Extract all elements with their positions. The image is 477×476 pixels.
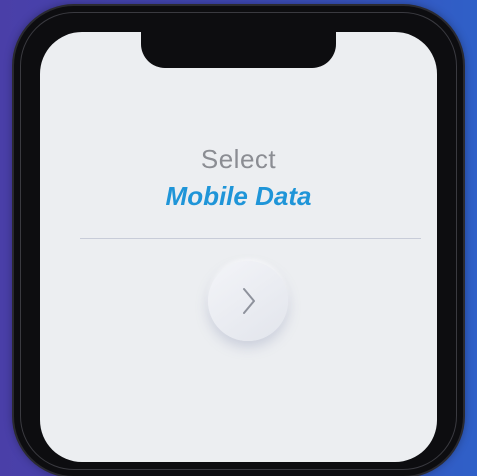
phone-screen: Select Mobile Data	[40, 32, 437, 462]
subheading: Mobile Data	[165, 181, 312, 211]
chevron-right-icon	[243, 288, 255, 314]
heading: Select	[200, 144, 277, 174]
notch	[141, 32, 336, 68]
next-button[interactable]	[208, 261, 288, 341]
divider	[80, 238, 421, 239]
